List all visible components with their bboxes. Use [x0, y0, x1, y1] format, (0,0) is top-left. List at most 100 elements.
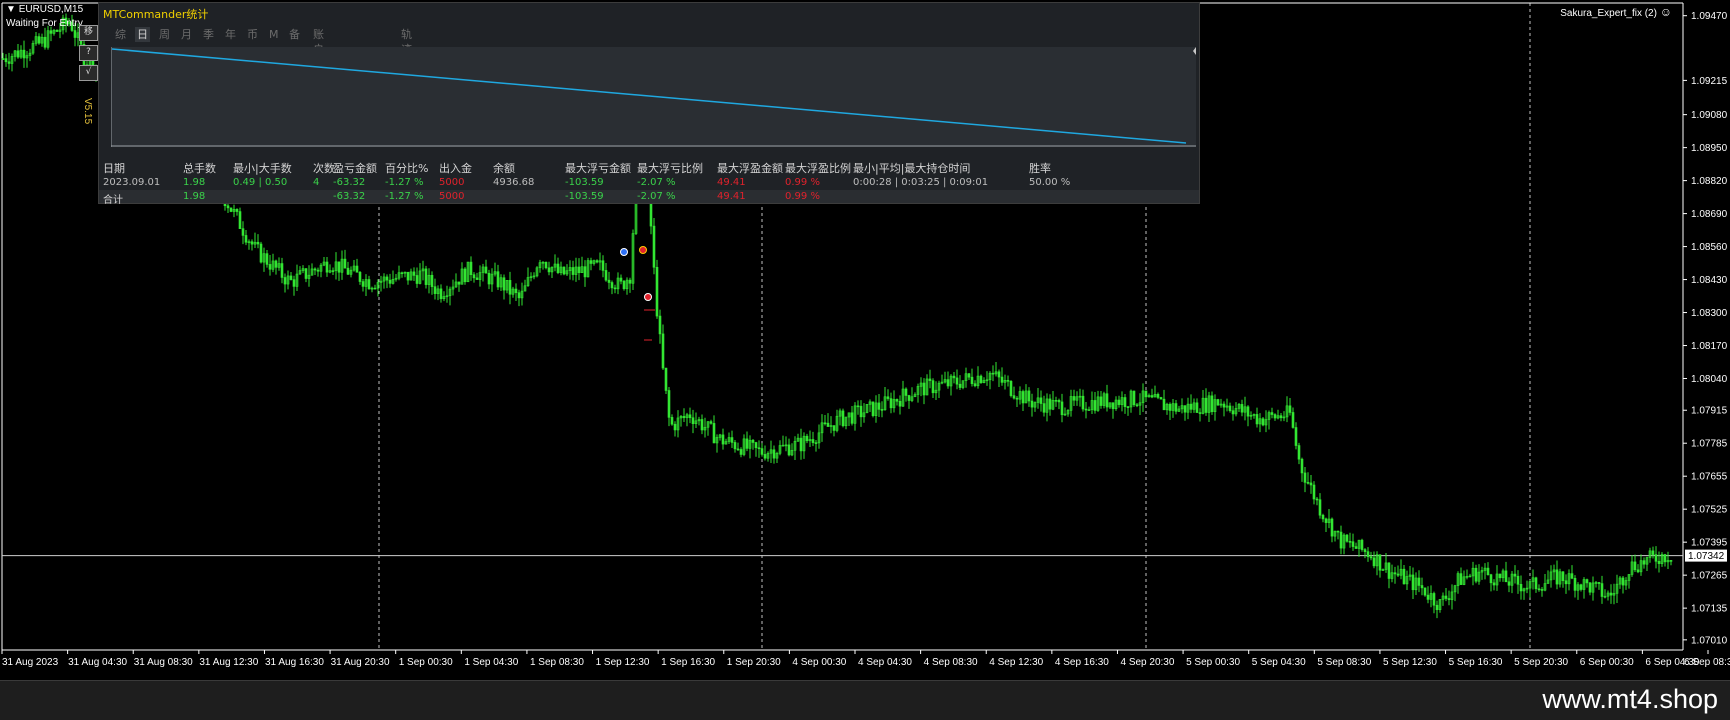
- price-label: 1.07135: [1691, 604, 1728, 615]
- candle-body: [1513, 573, 1517, 577]
- candle-body: [760, 448, 764, 455]
- candle-body: [970, 376, 974, 384]
- buy-entry-marker-icon: [620, 248, 628, 256]
- candle-body: [1426, 594, 1430, 600]
- candle-body: [226, 205, 230, 209]
- table-header: 最小|平均|最大持仓时间: [853, 162, 971, 175]
- candle-body: [316, 269, 320, 272]
- candle-body: [1366, 551, 1370, 558]
- candle-body: [1351, 541, 1355, 547]
- candle-body: [811, 439, 815, 443]
- candle-body: [958, 383, 962, 388]
- price-label: 1.07265: [1691, 571, 1728, 582]
- price-label: 1.07525: [1691, 505, 1728, 516]
- table-header: 次数: [313, 162, 335, 175]
- time-label: 5 Sep 16:30: [1449, 657, 1503, 668]
- candle-body: [1231, 410, 1235, 415]
- time-label: 4 Sep 12:30: [989, 657, 1043, 668]
- candle-body: [1111, 402, 1115, 410]
- candle-body: [799, 437, 803, 452]
- table-header: 最大浮亏金额: [565, 162, 631, 175]
- move-button[interactable]: 移: [79, 25, 98, 41]
- candle-body: [1579, 584, 1583, 590]
- candle-body: [1447, 598, 1451, 600]
- candle-body: [1144, 390, 1148, 398]
- candle-body: [439, 288, 443, 300]
- candle-body: [730, 437, 734, 443]
- candle-body: [1633, 561, 1637, 571]
- help-button[interactable]: ?: [79, 45, 98, 61]
- candle-body: [721, 434, 725, 445]
- candle-body: [1378, 554, 1382, 571]
- candle-body: [487, 272, 491, 285]
- time-label: 1 Sep 20:30: [727, 657, 781, 668]
- tab-1[interactable]: 日: [135, 27, 150, 42]
- candle-body: [1642, 560, 1646, 565]
- candle-body: [256, 241, 260, 245]
- candle-body: [49, 30, 53, 34]
- candle-body: [1318, 499, 1322, 516]
- candle-body: [1255, 414, 1259, 425]
- candle-body: [595, 260, 599, 263]
- candle-body: [1198, 412, 1202, 414]
- candle-body: [904, 388, 908, 396]
- candle-body: [832, 425, 836, 431]
- price-label: 1.08300: [1691, 308, 1728, 319]
- version-label: V5.15: [82, 98, 93, 125]
- table-cell: -63.32: [333, 177, 366, 188]
- candle-body: [16, 50, 20, 58]
- candle-body: [259, 243, 263, 263]
- tab-5[interactable]: 年: [223, 27, 238, 42]
- tab-8[interactable]: 备: [287, 27, 302, 42]
- candle-body: [55, 29, 59, 32]
- candle-body: [1117, 399, 1121, 405]
- candle-body: [1132, 390, 1136, 406]
- candle-body: [1270, 412, 1274, 415]
- table-header: 日期: [103, 162, 125, 175]
- tab-3[interactable]: 月: [179, 27, 194, 42]
- tab-4[interactable]: 季: [201, 27, 216, 42]
- candle-body: [1396, 573, 1400, 576]
- candle-body: [1048, 398, 1052, 410]
- candle-body: [424, 268, 428, 285]
- candle-body: [1000, 376, 1004, 383]
- tab-7[interactable]: M: [267, 27, 281, 42]
- price-chart[interactable]: 1.09470 1.09215 1.09080 1.08950 1.08820 1.086…: [0, 0, 1730, 680]
- candle-body: [1573, 577, 1577, 591]
- price-label: 1.08040: [1691, 374, 1728, 385]
- candle-body: [562, 266, 566, 275]
- candle-body: [1216, 399, 1220, 406]
- equity-line: [111, 48, 1187, 144]
- candle-body: [463, 268, 467, 283]
- mtcommander-stats-panel[interactable]: MTCommander统计 综日周月季年币M备账户轨迹 2023.09.01 日…: [98, 2, 1200, 206]
- candle-body: [1402, 568, 1406, 585]
- check-button[interactable]: √: [79, 65, 98, 81]
- candle-body: [1204, 397, 1208, 413]
- candle-body: [1486, 567, 1490, 575]
- candle-body: [496, 271, 500, 288]
- tab-0[interactable]: 综: [113, 27, 128, 42]
- candle-body: [337, 261, 341, 273]
- candle-body: [1393, 572, 1397, 575]
- candle-body: [1081, 395, 1085, 410]
- stats-table: 日期 总手数 最小|大手数 次数 盈亏金额 百分比% 出入金 余额 最大浮亏金额 最大浮亏比例 最大…: [99, 160, 1199, 206]
- candle-body: [1288, 405, 1292, 413]
- dropdown-triangle-icon[interactable]: ▼: [6, 4, 16, 15]
- candle-body: [583, 266, 587, 278]
- totals-cell: -2.07 %: [637, 191, 676, 202]
- tab-6[interactable]: 币: [245, 27, 260, 42]
- time-label: 31 Aug 08:30: [134, 657, 193, 668]
- price-label: 1.08950: [1691, 143, 1728, 154]
- candle-body: [1294, 427, 1298, 446]
- candle-body: [1504, 570, 1508, 583]
- price-label: 1.09215: [1691, 76, 1728, 87]
- candle-body: [967, 373, 971, 378]
- table-cell: 4: [313, 177, 320, 188]
- tab-2[interactable]: 周: [157, 27, 172, 42]
- time-label: 1 Sep 00:30: [399, 657, 453, 668]
- candle-body: [739, 449, 743, 455]
- price-label: 1.08430: [1691, 275, 1728, 286]
- candle-body: [457, 281, 461, 285]
- candle-body: [1387, 562, 1391, 579]
- totals-cell: 0.99 %: [785, 191, 820, 202]
